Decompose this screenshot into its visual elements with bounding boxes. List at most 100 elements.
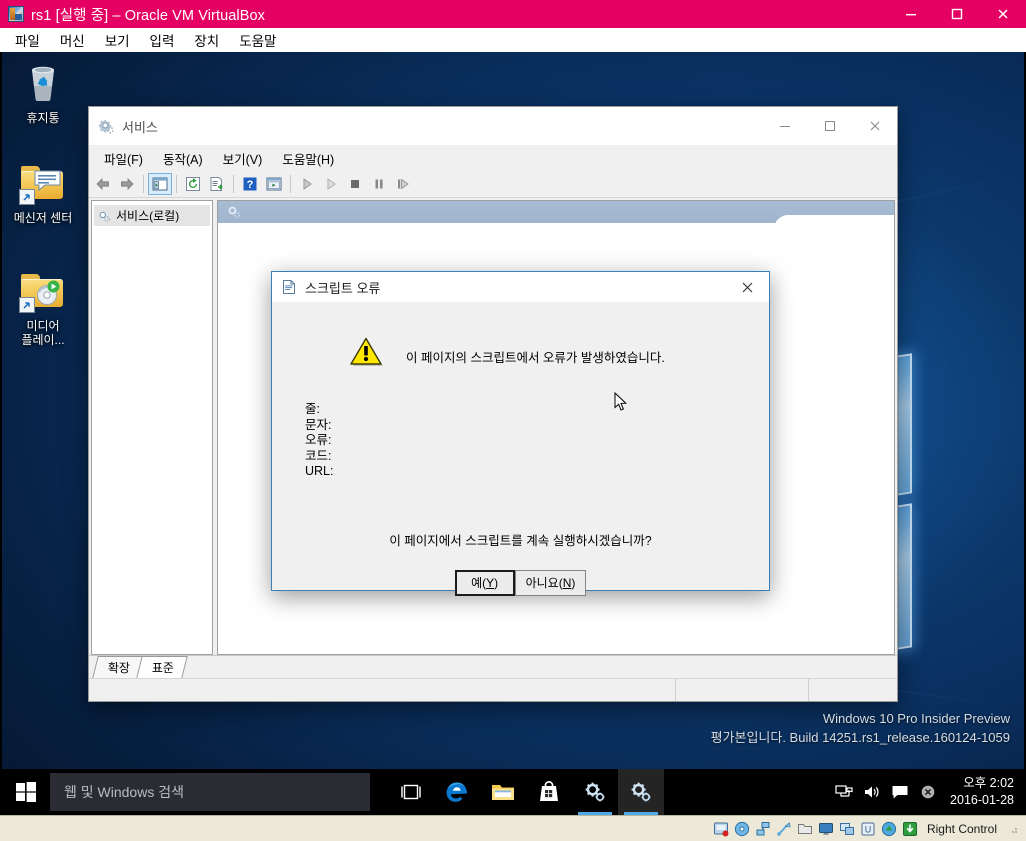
store-button[interactable]: [526, 769, 572, 815]
vbox-menu-help[interactable]: 도움말: [230, 28, 285, 52]
vbox-menu-view[interactable]: 보기: [96, 28, 139, 52]
pause-bars-icon: [375, 179, 383, 189]
video-capture-indicator-icon[interactable]: U: [860, 821, 876, 837]
tree-item-services-local[interactable]: 서비스(로컬): [94, 205, 210, 226]
volume-tray-icon[interactable]: [858, 769, 886, 815]
services-view-tabs: 확장 표준: [89, 655, 897, 678]
refresh-icon: [186, 177, 200, 191]
task-view-button[interactable]: [388, 769, 434, 815]
services-console-tree[interactable]: 서비스(로컬): [91, 200, 213, 655]
file-explorer-button[interactable]: [480, 769, 526, 815]
store-icon: [540, 781, 558, 801]
resume-service-button[interactable]: [319, 173, 343, 195]
usb-indicator-icon[interactable]: [776, 821, 792, 837]
services-close-button[interactable]: [852, 107, 897, 145]
services-statusbar: [89, 678, 897, 701]
restart-service-button[interactable]: [391, 173, 415, 195]
dialog-field-line: 줄:: [305, 402, 320, 416]
status-pane-secondary: [676, 679, 809, 701]
desktop-icon-messenger-center[interactable]: 메신저 센터: [4, 158, 82, 225]
search-placeholder: 웹 및 Windows 검색: [64, 784, 184, 800]
messenger-folder-icon: [19, 158, 67, 206]
taskbar-clock[interactable]: 오후 2:02 2016-01-28: [950, 775, 1014, 809]
properties-icon: [266, 177, 282, 191]
file-explorer-icon: [492, 785, 514, 800]
services-taskbar-button-2[interactable]: [618, 769, 664, 815]
dialog-no-label-pre: 아니요(: [525, 576, 563, 590]
shared-folder-indicator-icon[interactable]: [797, 821, 813, 837]
vbox-menu-file[interactable]: 파일: [6, 28, 49, 52]
properties-button[interactable]: [262, 173, 286, 195]
dialog-yes-accel: Y: [486, 576, 495, 590]
guest-additions-indicator-icon[interactable]: [902, 821, 918, 837]
services-minimize-button[interactable]: [762, 107, 807, 145]
toolbar-separator: [176, 175, 177, 193]
dialog-no-button[interactable]: 아니요(N): [514, 570, 587, 596]
desktop-icon-recycle-bin[interactable]: 휴지통: [4, 58, 82, 125]
edge-button[interactable]: [434, 769, 480, 815]
script-document-icon: [283, 280, 295, 294]
status-pane-main: [89, 679, 676, 701]
virtualbox-app-icon: [8, 6, 24, 22]
clock-date: 2016-01-28: [950, 793, 1014, 807]
services-menu-action[interactable]: 동작(A): [154, 146, 212, 171]
pause-service-button[interactable]: [367, 173, 391, 195]
dialog-field-list: 줄: 문자: 오류: 코드: URL:: [305, 402, 333, 480]
search-input[interactable]: 웹 및 Windows 검색: [50, 773, 370, 811]
dialog-yes-button[interactable]: 예(Y): [454, 570, 515, 596]
export-list-button[interactable]: [205, 173, 229, 195]
services-menu-view[interactable]: 보기(V): [214, 146, 272, 171]
refresh-button[interactable]: [181, 173, 205, 195]
start-service-button[interactable]: [295, 173, 319, 195]
toolbar-separator: [143, 175, 144, 193]
network-tray-icon[interactable]: [830, 769, 858, 815]
tree-item-label: 서비스(로컬): [116, 209, 180, 223]
services-taskbar-button[interactable]: [572, 769, 618, 815]
taskbar: 웹 및 Windows 검색 오후 2:02 2016-01-28: [2, 769, 1024, 815]
vbox-menu-devices[interactable]: 장치: [185, 28, 228, 52]
dialog-field-char: 문자:: [305, 417, 332, 432]
vbox-menu-input[interactable]: 입력: [141, 28, 184, 52]
dialog-yes-label-pre: 예(: [471, 576, 487, 590]
services-maximize-button[interactable]: [807, 107, 852, 145]
toolbar-separator: [233, 175, 234, 193]
action-center-tray-icon[interactable]: [886, 769, 914, 815]
system-tray: 오후 2:02 2016-01-28: [830, 769, 1024, 815]
services-banner: [218, 201, 894, 237]
dialog-close-button[interactable]: [725, 272, 769, 302]
remote-desktop-indicator-icon[interactable]: [839, 821, 855, 837]
back-button[interactable]: [91, 173, 115, 195]
optical-disk-indicator-icon[interactable]: [734, 821, 750, 837]
network-indicator-icon[interactable]: [755, 821, 771, 837]
dialog-field-url: URL:: [305, 464, 334, 478]
services-banner-icon: [228, 206, 241, 219]
resize-grip-icon[interactable]: [1008, 824, 1018, 834]
tab-standard[interactable]: 표준: [136, 656, 188, 678]
hard-disk-indicator-icon[interactable]: [713, 821, 729, 837]
forward-arrow-icon: [121, 178, 134, 190]
toolbar-separator: [290, 175, 291, 193]
error-tray-icon[interactable]: [914, 769, 942, 815]
virtualbox-maximize-button[interactable]: [934, 0, 980, 28]
display-indicator-icon[interactable]: [818, 821, 834, 837]
start-button[interactable]: [2, 769, 50, 815]
show-hide-tree-button[interactable]: [148, 173, 172, 195]
vbox-menu-machine[interactable]: 머신: [51, 28, 94, 52]
mouse-integration-indicator-icon[interactable]: [881, 821, 897, 837]
virtualbox-close-button[interactable]: [980, 0, 1026, 28]
chat-icon: [892, 786, 908, 799]
services-menu-help[interactable]: 도움말(H): [273, 146, 343, 171]
watermark-line-2: 평가본입니다. Build 14251.rs1_release.160124-1…: [710, 730, 1010, 745]
help-button[interactable]: ?: [238, 173, 262, 195]
forward-button[interactable]: [115, 173, 139, 195]
services-toolbar: ?: [89, 171, 897, 198]
restart-icon: [398, 178, 409, 190]
help-question-icon: ?: [243, 177, 257, 191]
speaker-icon: [865, 786, 879, 798]
export-list-icon: [210, 177, 223, 191]
desktop-icon-media-player[interactable]: 미디어 플레이...: [4, 266, 82, 347]
services-menu-file[interactable]: 파일(F): [95, 146, 152, 171]
shortcut-overlay-icon: [19, 189, 35, 205]
stop-service-button[interactable]: [343, 173, 367, 195]
virtualbox-minimize-button[interactable]: [888, 0, 934, 28]
